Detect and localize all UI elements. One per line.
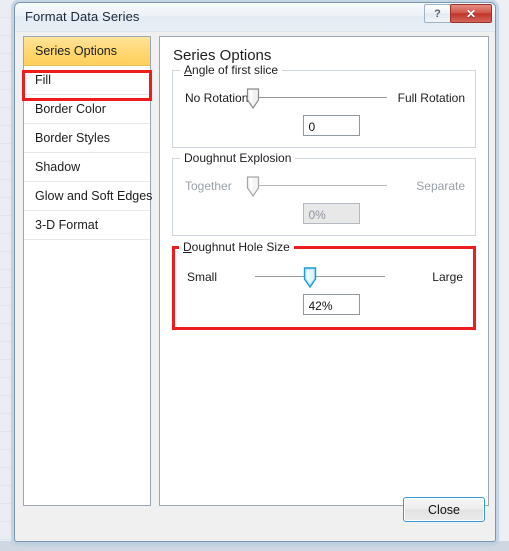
angle-of-first-slice-group: Angle of first slice No Rotation Full Ro…	[172, 63, 476, 148]
sidebar-item-label: Shadow	[35, 160, 81, 174]
doughnut-hole-size-group: Doughnut Hole Size Small Large 42%	[172, 240, 476, 330]
hole-size-legend-rest: oughnut Hole Size	[191, 240, 290, 254]
doughnut-explosion-group: Doughnut Explosion Together Separate	[172, 151, 476, 236]
angle-slider-row: No Rotation Full Rotation	[181, 85, 467, 111]
sidebar-item-label: Glow and Soft Edges	[35, 189, 153, 203]
format-data-series-dialog: Format Data Series ? ✕ Series Options Fi…	[14, 2, 496, 542]
explosion-slider-max-label: Separate	[416, 179, 465, 193]
help-icon-button[interactable]: ?	[424, 4, 451, 23]
angle-slider-thumb[interactable]	[246, 88, 260, 109]
sidebar-item-label: 3-D Format	[35, 218, 99, 232]
explosion-slider-min-label: Together	[185, 179, 232, 193]
close-window-button[interactable]: ✕	[450, 4, 492, 23]
hole-size-slider-min-label: Small	[187, 270, 218, 284]
dialog-footer: Close	[23, 491, 487, 533]
sidebar-item-glow-and-soft-edges[interactable]: Glow and Soft Edges	[24, 182, 153, 211]
angle-slider-max-label: Full Rotation	[397, 91, 465, 105]
hole-size-value-row	[197, 294, 465, 315]
hole-size-slider[interactable]	[255, 264, 385, 290]
dialog-body: Series Options Fill Border Color Border …	[15, 32, 495, 541]
doughnut-explosion-legend: Doughnut Explosion	[180, 151, 296, 165]
sidebar-item-fill[interactable]: Fill	[24, 66, 150, 95]
angle-slider-min-label: No Rotation	[185, 91, 249, 105]
sidebar-item-border-styles[interactable]: Border Styles	[24, 124, 150, 153]
background-left-gutter	[0, 0, 14, 551]
explosion-slider-thumb	[246, 176, 260, 197]
explosion-value-input	[302, 203, 360, 224]
explosion-slider-track	[253, 185, 387, 186]
background-bottom-strip	[0, 541, 509, 551]
sidebar-item-border-color[interactable]: Border Color	[24, 95, 150, 124]
hole-size-slider-row: Small Large	[183, 264, 465, 290]
sidebar-item-shadow[interactable]: Shadow	[24, 153, 150, 182]
explosion-value-row	[195, 203, 467, 224]
sidebar-item-label: Fill	[35, 73, 51, 87]
dialog-titlebar[interactable]: Format Data Series ? ✕	[15, 3, 495, 32]
angle-value-input[interactable]	[302, 115, 360, 136]
angle-of-first-slice-legend: Angle of first slice	[180, 63, 283, 77]
explosion-slider	[246, 173, 387, 199]
sidebar-item-3d-format[interactable]: 3-D Format	[24, 211, 150, 240]
background-right-gutter	[497, 0, 509, 551]
panel-heading: Series Options	[173, 47, 272, 64]
hole-size-slider-thumb[interactable]	[303, 267, 316, 288]
sidebar-item-label: Border Styles	[35, 131, 111, 145]
angle-value-row	[195, 115, 467, 136]
hole-size-value-input[interactable]	[302, 294, 360, 315]
angle-slider-track	[253, 97, 387, 98]
sidebar-item-label: Border Color	[35, 102, 106, 116]
angle-legend-accel: A	[184, 63, 193, 77]
hole-size-slider-max-label: Large	[432, 270, 463, 284]
hole-size-legend-accel: D	[183, 240, 192, 254]
explosion-slider-row: Together Separate	[181, 173, 467, 199]
angle-slider[interactable]	[246, 85, 387, 111]
series-options-panel: Series Options Angle of first slice No R…	[159, 36, 489, 506]
sidebar-item-label: Series Options	[35, 44, 117, 58]
close-button[interactable]: Close	[403, 497, 485, 522]
hole-size-slider-track	[255, 276, 385, 277]
category-sidebar: Series Options Fill Border Color Border …	[23, 36, 153, 506]
doughnut-hole-size-legend: Doughnut Hole Size	[179, 240, 294, 254]
dialog-title: Format Data Series	[25, 9, 140, 24]
angle-legend-rest: ngle of first slice	[192, 63, 279, 77]
sidebar-item-series-options[interactable]: Series Options	[24, 37, 150, 66]
